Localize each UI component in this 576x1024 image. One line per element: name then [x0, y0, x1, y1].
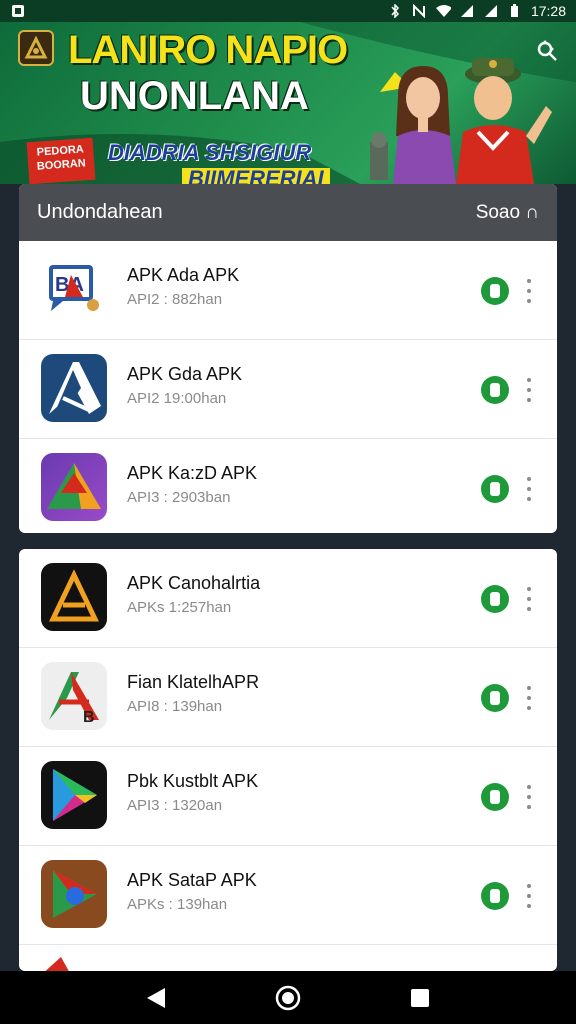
more-options-button[interactable] — [519, 475, 539, 503]
download-button[interactable] — [481, 277, 509, 305]
banner-subtitle-line1: DIADRIA SHSIGIUR — [108, 140, 312, 165]
app-list-item[interactable]: B Fian KlatelhAPR API8 : 139han — [19, 648, 557, 747]
bluetooth-icon — [387, 4, 403, 18]
logo-icon — [24, 35, 48, 59]
more-options-button[interactable] — [519, 585, 539, 613]
app-name: APK Gda APK — [127, 364, 243, 384]
app-list-item[interactable]: APK Canohalrtia APKs 1:257han — [19, 549, 557, 648]
more-options-button[interactable] — [519, 783, 539, 811]
more-options-button[interactable] — [519, 882, 539, 910]
section-header: Undondahean Soao ∩ — [19, 184, 557, 241]
recents-square-icon — [411, 988, 429, 1007]
status-time: 17:28 — [530, 3, 566, 19]
recents-button[interactable] — [400, 978, 440, 1018]
download-button[interactable] — [481, 684, 509, 712]
partial-app-list-item[interactable] — [19, 945, 557, 971]
download-icon — [490, 284, 500, 298]
download-icon — [490, 482, 500, 496]
banner-tag: PEDORA BOORAN — [26, 137, 96, 184]
app-meta: API8 : 139han — [127, 698, 223, 715]
apps-section-2: APK Canohalrtia APKs 1:257han B Fian Kla… — [19, 549, 557, 971]
download-icon — [490, 592, 500, 606]
ba-chat-app-icon: BA — [41, 255, 107, 323]
app-name: APK SataP APK — [127, 870, 257, 890]
banner-title-line2: UNONLANA — [80, 74, 309, 118]
svg-text:B: B — [83, 709, 95, 726]
app-name: APK Ka:zD APK — [127, 463, 258, 483]
more-options-button[interactable] — [519, 376, 539, 404]
app-list-item[interactable]: BA APK Ada APK API2 : 882han — [19, 241, 557, 340]
app-meta: API2 19:00han — [127, 390, 227, 407]
search-button[interactable] — [532, 36, 562, 66]
more-options-button[interactable] — [519, 684, 539, 712]
download-icon — [490, 889, 500, 903]
app-list-item[interactable]: APK Gda APK API2 19:00han — [19, 340, 557, 439]
banner-title-line1: LANIRO NAPIO — [68, 28, 348, 72]
notification-icon — [10, 4, 26, 18]
more-options-button[interactable] — [519, 277, 539, 305]
app-list-item[interactable]: APK Ka:zD APK API3 : 2903ban — [19, 439, 557, 533]
wifi-icon — [435, 4, 451, 18]
app-list-item[interactable]: Pbk Kustblt APK API3 : 1320an — [19, 747, 557, 846]
brown-play-app-icon — [41, 860, 107, 928]
back-button[interactable] — [136, 978, 176, 1018]
app-meta: API3 : 1320an — [127, 797, 223, 814]
search-icon — [537, 40, 557, 61]
download-icon — [490, 691, 500, 705]
app-name: APK Canohalrtia — [127, 573, 261, 593]
red-green-a-app-icon: B — [41, 662, 107, 730]
purple-triangle-app-icon — [41, 453, 107, 521]
system-nav-bar — [0, 971, 576, 1024]
section-action-button[interactable]: Soao ∩ — [476, 202, 539, 224]
app-meta: API2 : 882han — [127, 291, 223, 308]
app-name: APK Ada APK — [127, 265, 240, 285]
signal-icon — [459, 4, 475, 18]
app-logo-badge — [18, 30, 54, 66]
apps-section-1: Undondahean Soao ∩ BA APK Ada APK API2 :… — [19, 184, 557, 533]
banner-subtitle-line2: BIIMERERIAI — [182, 168, 330, 184]
banner-characters-illustration — [393, 58, 552, 184]
battery-icon — [507, 4, 523, 18]
app-name: Pbk Kustblt APK — [127, 771, 259, 791]
partial-app-icon — [45, 957, 69, 971]
status-bar: 17:28 — [0, 0, 576, 22]
download-icon — [490, 383, 500, 397]
home-button[interactable] — [268, 978, 308, 1018]
home-circle-icon — [275, 985, 301, 1010]
nfc-icon — [411, 4, 427, 18]
signal-icon-2 — [483, 4, 499, 18]
download-button[interactable] — [481, 783, 509, 811]
download-button[interactable] — [481, 882, 509, 910]
blue-arrow-app-icon — [41, 354, 107, 422]
section-title: Undondahean — [37, 201, 163, 223]
app-list-item[interactable]: APK SataP APK APKs : 139han — [19, 846, 557, 945]
black-gold-a-app-icon — [41, 563, 107, 631]
download-button[interactable] — [481, 376, 509, 404]
app-meta: APKs : 139han — [127, 896, 228, 913]
download-icon — [490, 790, 500, 804]
download-button[interactable] — [481, 475, 509, 503]
app-meta: APKs 1:257han — [127, 599, 232, 616]
promo-banner: LANIRO NAPIO UNONLANA PEDORA BOORAN DIAD… — [0, 22, 576, 184]
app-meta: API3 : 2903ban — [127, 489, 231, 506]
back-triangle-icon — [147, 987, 165, 1008]
play-triangle-app-icon — [41, 761, 107, 829]
app-name: Fian KlatelhAPR — [127, 672, 260, 692]
download-button[interactable] — [481, 585, 509, 613]
